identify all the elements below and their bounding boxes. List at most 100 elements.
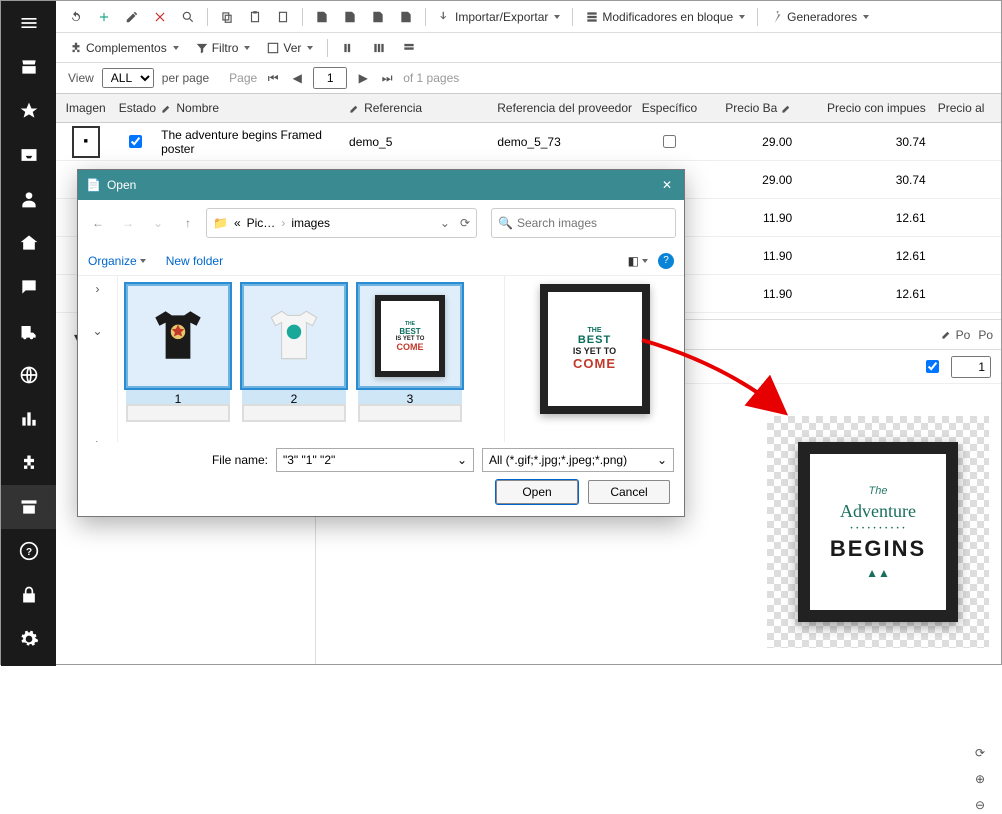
filter-dropdown[interactable]: Filtro [190,38,256,58]
filter-combo[interactable]: All (*.gif;*.jpg;*.jpeg;*.png)⌄ [482,448,674,472]
dialog-toolbar: Organize New folder ◧ ? [78,246,684,276]
first-page-icon[interactable]: ⏮ [265,70,281,86]
detail-col-po[interactable]: Po [941,328,971,342]
zoom-out-icon[interactable]: ⊖ [971,796,989,814]
page-input[interactable] [313,67,347,89]
export3-icon[interactable] [366,7,390,27]
delete-icon[interactable] [148,7,172,27]
col-state[interactable]: Estado [115,101,155,115]
open-button[interactable]: Open [496,480,578,504]
col-price-tax[interactable]: Precio con impues [798,101,931,115]
crumb-root[interactable]: Pic… [247,216,276,230]
zoom-in-icon[interactable]: ⊕ [971,770,989,788]
tree-expand-icon[interactable]: › [96,282,100,296]
help-icon[interactable]: ? [658,253,674,269]
col-reference[interactable]: Referencia [343,101,491,115]
archive-icon[interactable] [1,485,56,529]
generators-dropdown[interactable]: Generadores [765,7,874,27]
view-mode-icon[interactable]: ◧ [628,254,648,268]
search-input[interactable] [517,216,669,230]
export4-icon[interactable] [394,7,418,27]
col-base-price[interactable]: Precio Ba [699,101,798,115]
row-base-price: 29.00 [699,135,798,149]
crumb-leaf[interactable]: images [291,216,330,230]
folder-icon: 📁 [213,216,228,230]
crumb-dropdown-icon[interactable]: ⌄ [440,216,450,230]
forward-icon[interactable]: → [116,211,140,235]
recent-icon[interactable]: ⌄ [146,211,170,235]
organize-button[interactable]: Organize [88,254,146,268]
chat-icon[interactable] [1,265,56,309]
table-row[interactable]: ■The adventure begins Framed posterdemo_… [56,123,1001,161]
globe-icon[interactable] [1,353,56,397]
art-the: The [869,485,888,497]
col-price-al[interactable]: Precio al [932,101,1001,115]
col-supplier-ref[interactable]: Referencia del proveedor [491,101,639,115]
truck-icon[interactable] [1,309,56,353]
row-tax-price: 12.61 [798,211,932,225]
breadcrumb[interactable]: 📁 « Pic… › images ⌄ ⟳ [206,208,477,238]
cols3-icon[interactable] [397,38,421,58]
rotate-icon[interactable]: ⟳ [971,744,989,762]
export2-icon[interactable] [338,7,362,27]
bulk-mod-dropdown[interactable]: Modificadores en bloque [580,7,750,27]
page-size-select[interactable]: ALL [102,68,154,88]
bulk-mod-label: Modificadores en bloque [602,10,733,24]
export1-icon[interactable] [310,7,334,27]
row-spec-checkbox[interactable] [663,135,676,148]
row-supref: demo_5_73 [491,135,639,149]
help-icon[interactable]: ? [1,529,56,573]
menu-icon[interactable] [1,1,56,45]
row-base-price: 11.90 [699,287,798,301]
import-export-dropdown[interactable]: Importar/Exportar [433,7,565,27]
chart-icon[interactable] [1,397,56,441]
puzzle-icon[interactable] [1,441,56,485]
col-name[interactable]: Nombre [155,101,343,115]
position-checkbox[interactable] [926,360,939,373]
svg-text:?: ? [25,547,31,558]
copy-icon[interactable] [215,7,239,27]
search-icon[interactable] [176,7,200,27]
refresh-icon[interactable] [64,7,88,27]
inbox-icon[interactable] [1,133,56,177]
prev-page-icon[interactable]: ◀ [289,70,305,86]
shop-icon[interactable] [1,45,56,89]
cols1-icon[interactable] [337,38,361,58]
col-specific[interactable]: Específico [639,101,699,115]
up-icon[interactable]: ↑ [176,211,200,235]
lock-icon[interactable] [1,573,56,617]
thumb-5[interactable] [242,404,346,422]
cols2-icon[interactable] [367,38,391,58]
per-page-label: per page [162,71,209,85]
paste-icon[interactable] [271,7,295,27]
addons-dropdown[interactable]: Complementos [64,38,184,58]
close-icon[interactable]: ✕ [658,174,676,196]
row-state-checkbox[interactable] [129,135,142,148]
dialog-search[interactable]: 🔍 [491,208,676,238]
last-page-icon[interactable]: ⏭ [379,70,395,86]
next-page-icon[interactable]: ▶ [355,70,371,86]
user-icon[interactable] [1,177,56,221]
new-folder-button[interactable]: New folder [166,254,223,268]
position-input[interactable] [951,356,991,378]
view-dropdown[interactable]: Ver [261,38,318,58]
left-rail: ? [1,1,56,666]
star-icon[interactable] [1,89,56,133]
col-image[interactable]: Imagen [56,101,115,115]
cancel-button[interactable]: Cancel [588,480,670,504]
clipboard-icon[interactable] [243,7,267,27]
thumb-4[interactable] [126,404,230,422]
add-icon[interactable] [92,7,116,27]
row-base-price: 11.90 [699,249,798,263]
detail-col-po2[interactable]: Po [978,328,993,342]
tree-collapse-icon[interactable]: ⌄ [92,324,102,338]
dialog-tree[interactable]: › ⌄ › [78,276,118,442]
filename-combo[interactable]: "3" "1" "2"⌄ [276,448,474,472]
back-icon[interactable]: ← [86,211,110,235]
edit-icon[interactable] [120,7,144,27]
import-export-label: Importar/Exportar [455,10,548,24]
thumb-6[interactable] [358,404,462,422]
crumb-refresh-icon[interactable]: ⟳ [460,216,470,230]
home-icon[interactable] [1,221,56,265]
gear-icon[interactable] [1,617,56,661]
